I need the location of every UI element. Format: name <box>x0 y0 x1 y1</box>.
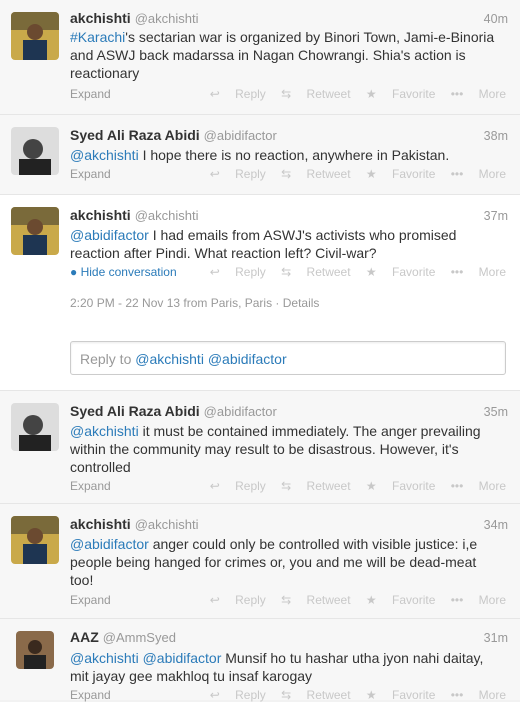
author-name[interactable]: Syed Ali Raza Abidi <box>70 127 200 143</box>
author-name[interactable]: akchishti <box>70 10 131 26</box>
hide-conversation-link[interactable]: ● Hide conversation <box>70 265 177 279</box>
mention-link[interactable]: @abidifactor <box>70 227 149 243</box>
timestamp[interactable]: 38m <box>484 129 508 143</box>
tweet-3-expanded[interactable]: akchishti @akchishti 37m @abidifactor I h… <box>0 195 520 391</box>
expand-link[interactable]: Expand <box>70 167 111 181</box>
reply-button[interactable]: ↩ Reply <box>210 87 266 101</box>
tweet-6[interactable]: AAZ @AmmSyed 31m @akchishti @abidifactor … <box>0 619 520 702</box>
author-handle[interactable]: @akchishti <box>135 208 199 223</box>
author-handle[interactable]: @akchishti <box>135 517 199 532</box>
retweet-button[interactable]: ⇆ Retweet <box>281 479 350 493</box>
author-name[interactable]: akchishti <box>70 516 131 532</box>
timestamp[interactable]: 34m <box>484 518 508 532</box>
tweet-text: @abidifactor I had emails from ASWJ's ac… <box>70 227 457 261</box>
reply-button[interactable]: ↩ Reply <box>210 479 266 493</box>
mention-link[interactable]: @akchishti @abidifactor <box>70 650 221 666</box>
expand-link[interactable]: Expand <box>70 593 111 607</box>
retweet-button[interactable]: ⇆ Retweet <box>281 167 350 181</box>
tweet-4[interactable]: Syed Ali Raza Abidi @abidifactor 35m @akc… <box>0 391 520 504</box>
hashtag-link[interactable]: #Karachi <box>70 29 125 45</box>
favorite-button[interactable]: ★ Favorite <box>366 479 435 493</box>
favorite-button[interactable]: ★ Favorite <box>366 265 435 279</box>
more-button[interactable]: ••• More <box>451 593 506 607</box>
more-button[interactable]: ••• More <box>451 479 506 493</box>
reply-button[interactable]: ↩ Reply <box>210 593 266 607</box>
mention-link[interactable]: @abidifactor <box>70 536 149 552</box>
favorite-button[interactable]: ★ Favorite <box>366 593 435 607</box>
avatar[interactable] <box>11 127 59 175</box>
timestamp[interactable]: 35m <box>484 405 508 419</box>
author-name[interactable]: akchishti <box>70 207 131 223</box>
mention-link[interactable]: @akchishti <box>70 147 139 163</box>
retweet-button[interactable]: ⇆ Retweet <box>281 593 350 607</box>
timestamp[interactable]: 37m <box>484 209 508 223</box>
tweet-text: @akchishti @abidifactor Munsif ho tu has… <box>70 650 484 684</box>
author-handle[interactable]: @akchishti <box>135 11 199 26</box>
expand-link[interactable]: Expand <box>70 87 111 101</box>
avatar[interactable] <box>16 631 54 669</box>
tweet-text: #Karachi's sectarian war is organized by… <box>70 29 495 81</box>
tweet-text: @abidifactor anger could only be control… <box>70 536 478 588</box>
avatar[interactable] <box>11 516 59 564</box>
favorite-button[interactable]: ★ Favorite <box>366 87 435 101</box>
avatar[interactable] <box>11 403 59 451</box>
author-name[interactable]: AAZ <box>70 629 99 645</box>
mention-link[interactable]: @akchishti <box>70 423 139 439</box>
timestamp[interactable]: 31m <box>484 631 508 645</box>
tweet-text: @akchishti it must be contained immediat… <box>70 423 481 475</box>
reply-button[interactable]: ↩ Reply <box>210 167 266 181</box>
tweet-text: @akchishti I hope there is no reaction, … <box>70 147 450 163</box>
author-handle[interactable]: @AmmSyed <box>103 630 176 645</box>
reply-input[interactable]: Reply to @akchishti @abidifactor <box>70 341 506 375</box>
expand-link[interactable]: Expand <box>70 479 111 493</box>
author-handle[interactable]: @abidifactor <box>204 128 277 143</box>
author-handle[interactable]: @abidifactor <box>204 404 277 419</box>
tweet-2[interactable]: Syed Ali Raza Abidi @abidifactor 38m @akc… <box>0 115 520 195</box>
more-button[interactable]: ••• More <box>451 167 506 181</box>
tweet-1[interactable]: akchishti @akchishti 40m #Karachi's secta… <box>0 0 520 115</box>
more-button[interactable]: ••• More <box>451 265 506 279</box>
avatar[interactable] <box>11 207 59 255</box>
tweet-5[interactable]: akchishti @akchishti 34m @abidifactor ang… <box>0 504 520 619</box>
favorite-button[interactable]: ★ Favorite <box>366 167 435 181</box>
avatar[interactable] <box>11 12 59 60</box>
conversation-icon: ● <box>70 265 78 279</box>
more-button[interactable]: ••• More <box>451 87 506 101</box>
tweet-details[interactable]: 2:20 PM - 22 Nov 13 from Paris, Paris · … <box>70 296 319 310</box>
retweet-button[interactable]: ⇆ Retweet <box>281 87 350 101</box>
reply-button[interactable]: ↩ Reply <box>210 265 266 279</box>
retweet-button[interactable]: ⇆ Retweet <box>281 265 350 279</box>
timestamp[interactable]: 40m <box>484 12 508 26</box>
author-name[interactable]: Syed Ali Raza Abidi <box>70 403 200 419</box>
